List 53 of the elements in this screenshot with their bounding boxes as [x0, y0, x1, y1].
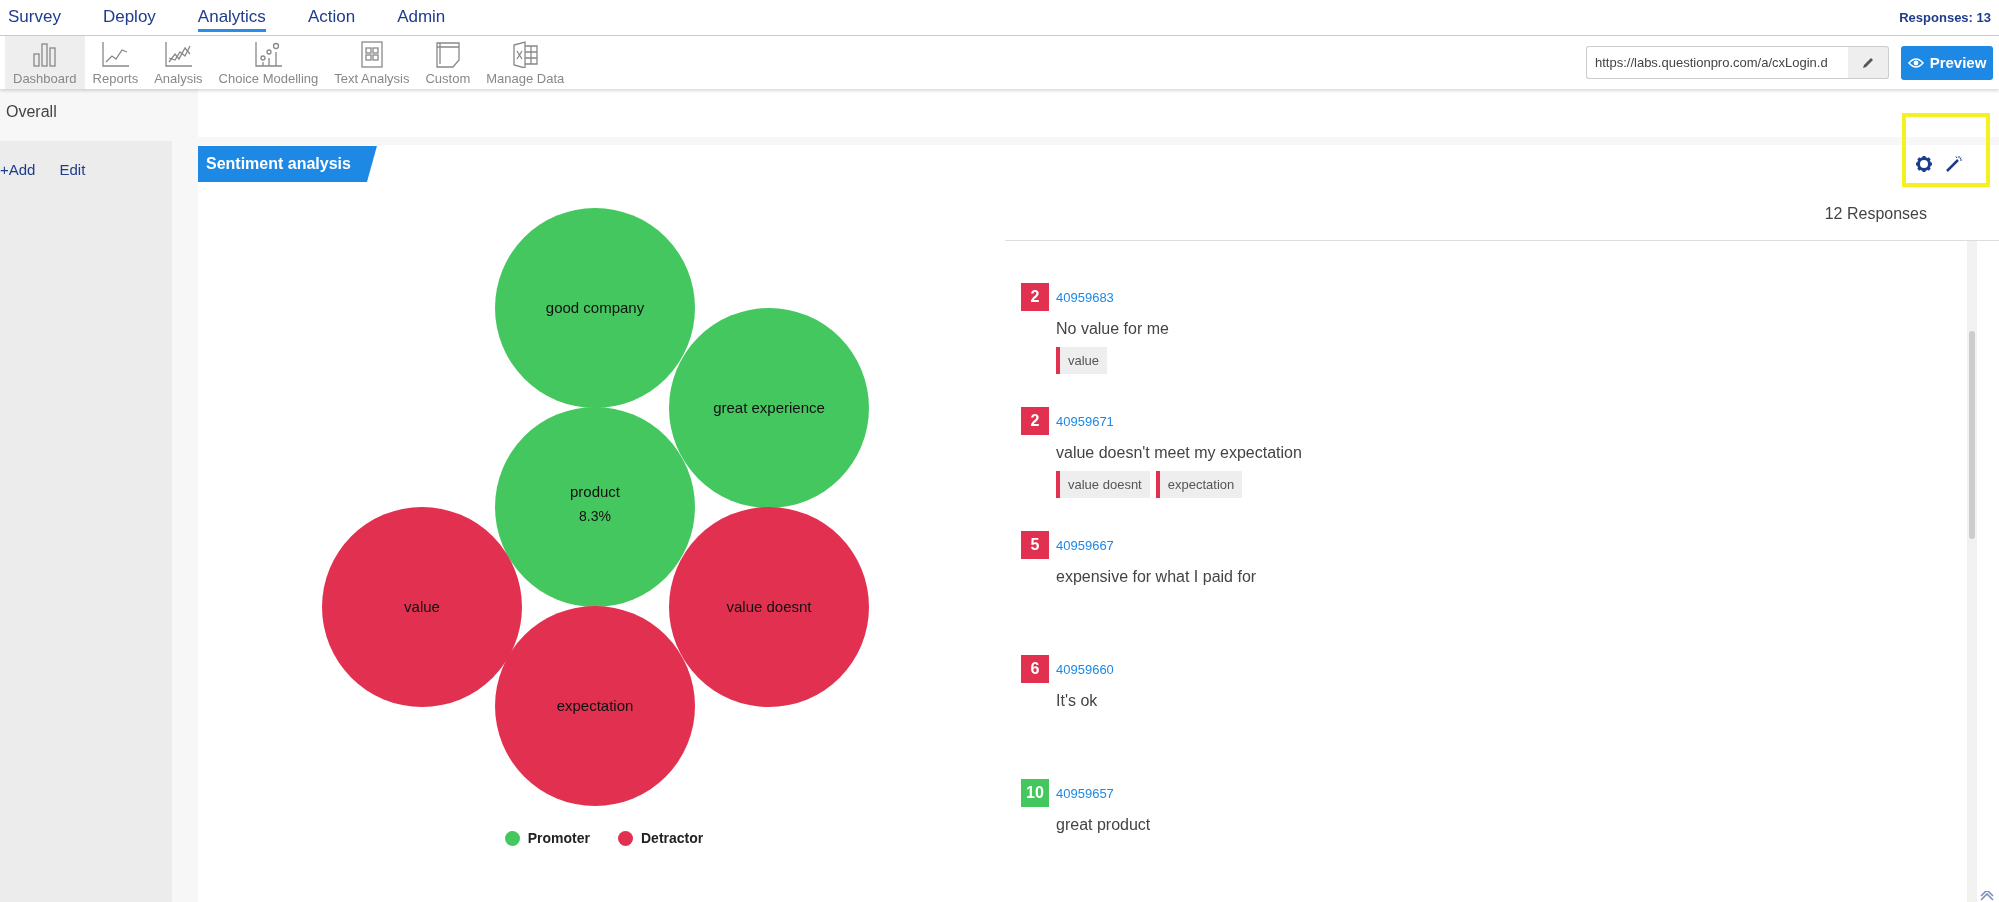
legend-label: Promoter [527, 830, 590, 846]
preview-button[interactable]: Preview [1901, 45, 1993, 80]
response-id-link[interactable]: 40959667 [1056, 537, 1114, 553]
toolbar-item[interactable]: Analysis [146, 36, 211, 89]
toolbar-item[interactable]: Custom [417, 36, 479, 89]
score-badge: 6 [1021, 655, 1049, 683]
response-text: great product [1056, 816, 1152, 834]
sidebar-link[interactable]: +Add [0, 161, 36, 178]
chevron-up-icon[interactable] [1979, 891, 1995, 901]
score-badge: 2 [1021, 283, 1049, 311]
response-id-link[interactable]: 40959683 [1056, 289, 1114, 305]
nav-tab[interactable]: Survey [8, 3, 61, 32]
sentiment-bubble[interactable]: product 8.3% [495, 407, 695, 607]
toolbar-scatter-icon [253, 40, 284, 68]
nav-tab[interactable]: Deploy [102, 3, 156, 32]
toolbar-item[interactable]: Manage Data [478, 36, 573, 89]
toolbar-line-icon [100, 40, 131, 68]
sentiment-bubble[interactable]: value doesnt [669, 507, 869, 707]
sentiment-bubble[interactable]: great experience [669, 308, 869, 508]
nav-tab[interactable]: Analytics [197, 3, 266, 32]
keyword-tag: expectation [1155, 471, 1243, 498]
sidebar-title: Overall [5, 102, 58, 122]
responses-heading: 12 Responses [1824, 205, 1927, 223]
magic-wand-icon[interactable] [1945, 155, 1963, 173]
response-id-link[interactable]: 40959657 [1056, 785, 1114, 801]
toolbar-item[interactable]: Choice Modelling [210, 36, 327, 89]
nav-tab[interactable]: Action [307, 3, 356, 32]
toolbar-item[interactable]: Dashboard [5, 36, 85, 89]
scrollbar[interactable] [1967, 241, 1977, 902]
score-badge: 2 [1021, 407, 1049, 435]
response-text: It's ok [1056, 692, 1099, 710]
response-id-link[interactable]: 40959660 [1056, 661, 1114, 677]
toolbar-item[interactable]: Reports [84, 36, 147, 89]
response-text: expensive for what I paid for [1056, 568, 1258, 586]
sidebar-link[interactable]: Edit [59, 161, 86, 178]
score-badge: 10 [1021, 779, 1049, 807]
settings-icon[interactable] [1915, 155, 1933, 173]
response-text: value doesn't meet my expectation [1056, 444, 1303, 462]
response-text: No value for me [1056, 320, 1170, 338]
response-id-link[interactable]: 40959671 [1056, 413, 1114, 429]
keyword-tag: value [1056, 347, 1108, 374]
eye-icon [1907, 56, 1924, 69]
sentiment-bubble[interactable]: good company [495, 208, 695, 408]
score-badge: 5 [1021, 531, 1049, 559]
toolbar-multiline-icon [163, 40, 194, 68]
sentiment-bubble[interactable]: expectation [495, 606, 695, 806]
responses-count: Responses: 13 [1899, 10, 1991, 25]
sentiment-bubble[interactable]: value [322, 507, 522, 707]
legend-label: Detractor [641, 830, 704, 846]
nav-tab[interactable]: Admin [397, 3, 446, 32]
keyword-tag: value doesnt [1056, 471, 1150, 498]
toolbar-item[interactable]: Text Analysis [326, 36, 418, 89]
toolbar-sheet-icon [510, 40, 541, 68]
